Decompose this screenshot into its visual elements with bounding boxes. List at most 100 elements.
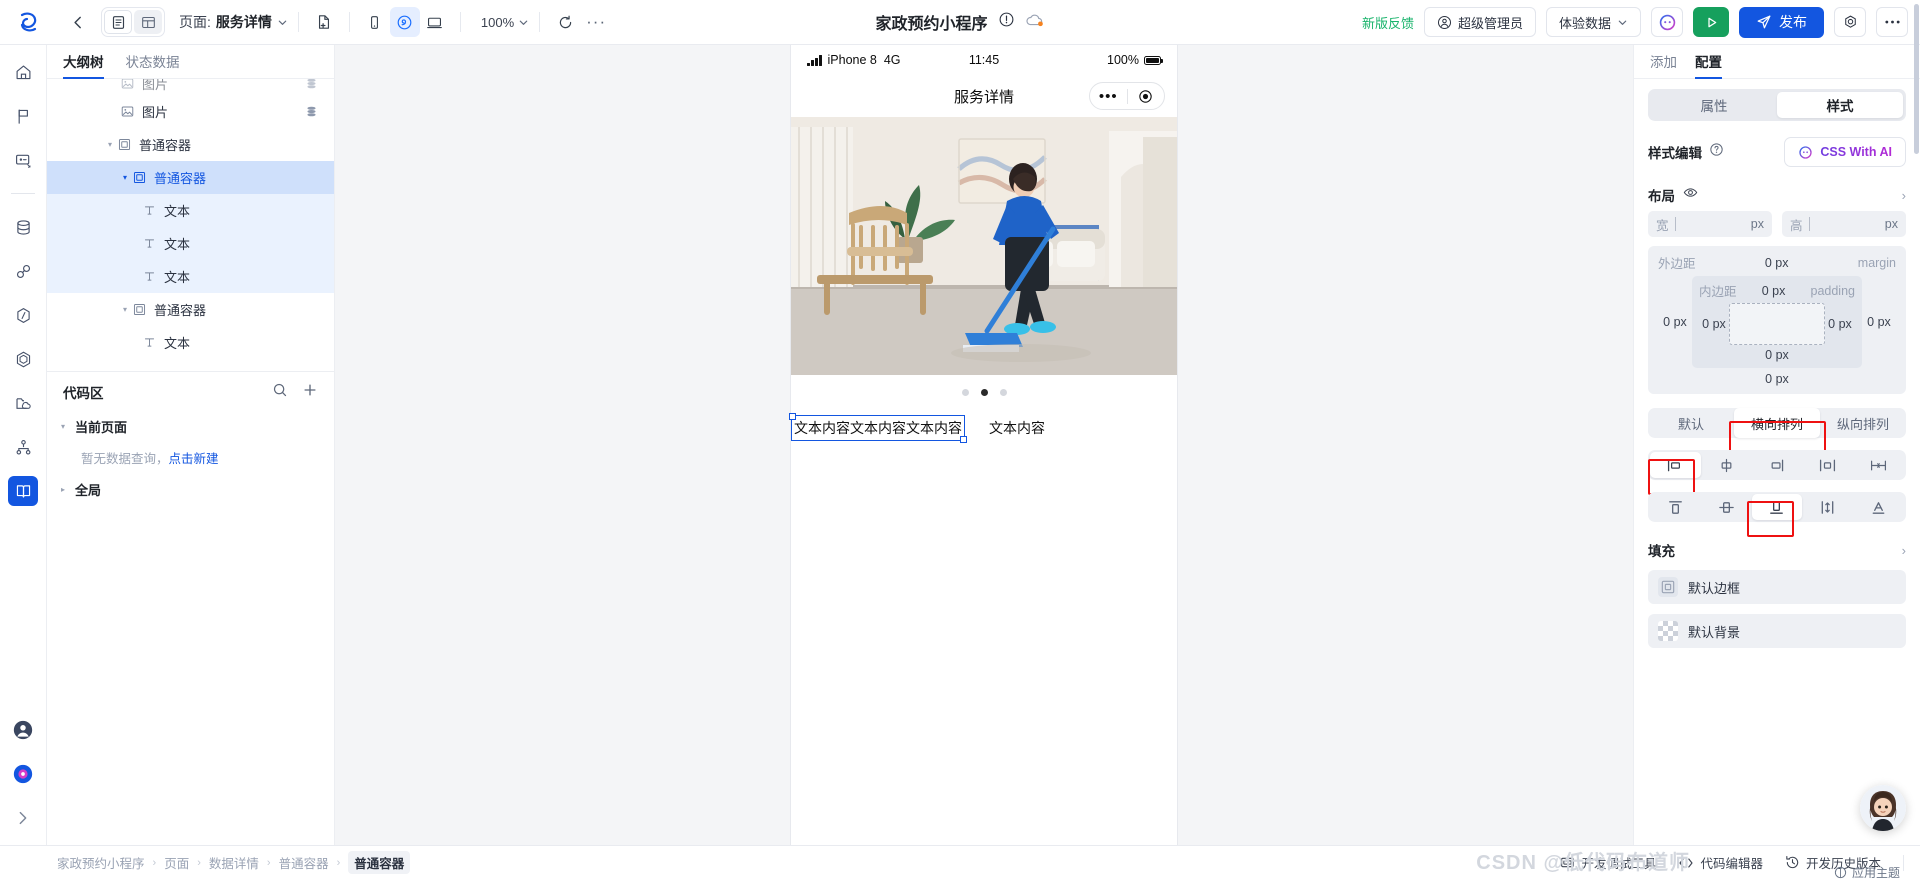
tab-outline-tree[interactable]: 大纲树: [63, 51, 104, 79]
tree-row-selected[interactable]: ▾ 普通容器: [47, 161, 334, 194]
layout-expand-chevron[interactable]: ›: [1902, 188, 1906, 203]
segment-properties[interactable]: 属性: [1651, 92, 1777, 118]
align-top-icon[interactable]: [1650, 494, 1701, 520]
ai-chat-icon[interactable]: [1651, 7, 1683, 37]
data-mode-button[interactable]: 体验数据: [1545, 7, 1641, 37]
fill-expand-chevron[interactable]: ›: [1902, 543, 1906, 558]
tree-row[interactable]: 文本: [47, 260, 334, 293]
page-selector[interactable]: 页面: 服务详情: [179, 12, 288, 32]
link-icon[interactable]: [8, 256, 38, 286]
folder-cloud-icon[interactable]: [8, 388, 38, 418]
publish-button[interactable]: 发布: [1739, 6, 1824, 38]
feedback-link[interactable]: 新版反馈: [1362, 13, 1414, 32]
align-center-icon[interactable]: [1701, 452, 1752, 478]
carousel-dot[interactable]: [999, 388, 1007, 396]
margin-bottom-value[interactable]: 0 px: [1658, 372, 1896, 386]
right-panel-scrollbar[interactable]: [1914, 4, 1919, 154]
align-baseline-icon[interactable]: [1853, 494, 1904, 520]
fill-item-background[interactable]: 默认背景: [1648, 614, 1906, 648]
tab-config[interactable]: 配置: [1695, 51, 1722, 79]
code-create-link[interactable]: 点击新建: [169, 452, 219, 466]
tree-row[interactable]: 文本: [47, 194, 334, 227]
margin-left-value[interactable]: 0 px: [1658, 315, 1692, 329]
cloud-sync-icon[interactable]: [1025, 12, 1045, 33]
fill-item-border[interactable]: 默认边框: [1648, 570, 1906, 604]
align-middle-icon[interactable]: [1701, 494, 1752, 520]
align-right-icon[interactable]: [1752, 452, 1803, 478]
search-icon[interactable]: [272, 382, 288, 403]
carousel-dots[interactable]: [791, 375, 1177, 409]
zoom-selector[interactable]: 100%: [481, 15, 529, 30]
code-editor-button[interactable]: 代码编辑器: [1678, 853, 1763, 872]
debug-tool-button[interactable]: 开发调试工具: [1560, 853, 1656, 872]
app-logo[interactable]: [0, 11, 57, 33]
tree-row[interactable]: ▾ 普通容器: [47, 128, 334, 161]
caret-down-icon[interactable]: ▾: [119, 305, 131, 314]
padding-right-value[interactable]: 0 px: [1825, 317, 1855, 331]
breadcrumb-item[interactable]: 普通容器: [279, 853, 329, 872]
sitemap-icon[interactable]: [8, 432, 38, 462]
assistant-avatar[interactable]: [1860, 785, 1906, 831]
carousel-dot-active[interactable]: [980, 388, 988, 396]
segment-styles[interactable]: 样式: [1777, 92, 1903, 118]
text-element[interactable]: 文本内容: [989, 418, 1045, 438]
mobile-preview-icon[interactable]: [360, 7, 390, 37]
new-page-icon[interactable]: [309, 7, 339, 37]
breadcrumb-item[interactable]: 家政预约小程序: [57, 853, 145, 872]
question-circle-icon[interactable]: [1709, 142, 1724, 162]
direction-default[interactable]: 默认: [1648, 408, 1734, 438]
plus-icon[interactable]: [302, 382, 318, 403]
eye-icon[interactable]: [1683, 185, 1698, 205]
padding-bottom-value[interactable]: 0 px: [1699, 348, 1855, 362]
caret-down-icon[interactable]: ▾: [119, 173, 131, 182]
direction-vertical[interactable]: 纵向排列: [1820, 408, 1906, 438]
align-stretch-icon[interactable]: [1802, 494, 1853, 520]
tree-row[interactable]: 图片: [47, 95, 334, 128]
slash-hex-icon[interactable]: [8, 300, 38, 330]
carousel-dot[interactable]: [961, 388, 969, 396]
help-icon[interactable]: [8, 759, 38, 789]
hexagon-icon[interactable]: [8, 344, 38, 374]
capsule-target-icon[interactable]: [1128, 89, 1165, 104]
align-bottom-icon[interactable]: [1751, 494, 1803, 520]
align-space-around-icon[interactable]: [1853, 452, 1904, 478]
miniprogram-preview-icon[interactable]: [389, 7, 420, 37]
tab-state-data[interactable]: 状态数据: [126, 51, 180, 78]
hero-image[interactable]: [791, 117, 1177, 375]
account-icon[interactable]: [8, 715, 38, 745]
page-card-icon[interactable]: [8, 145, 38, 175]
direction-horizontal[interactable]: 横向排列: [1734, 408, 1820, 438]
database-icon[interactable]: [8, 212, 38, 242]
tab-add[interactable]: 添加: [1650, 51, 1677, 78]
align-left-icon[interactable]: [1650, 452, 1701, 478]
apply-theme-button[interactable]: 应用主题: [1834, 864, 1900, 879]
back-button[interactable]: [63, 7, 93, 37]
stack-icon[interactable]: [305, 79, 318, 90]
run-preview-button[interactable]: [1693, 7, 1729, 37]
caret-down-icon[interactable]: ▾: [104, 140, 116, 149]
settings-gear-icon[interactable]: [1834, 7, 1866, 37]
breadcrumb-item[interactable]: 数据详情: [209, 853, 259, 872]
grid-view-icon[interactable]: [134, 10, 162, 34]
canvas-area[interactable]: iPhone 8 4G 11:45 100% 服务详情 ••• 文本内容文本内容…: [335, 45, 1633, 845]
height-input[interactable]: 高 px: [1782, 211, 1906, 237]
caret-right-icon[interactable]: ▸: [61, 485, 75, 494]
tree-row[interactable]: 文本: [47, 326, 334, 359]
align-space-between-icon[interactable]: [1802, 452, 1853, 478]
padding-left-value[interactable]: 0 px: [1699, 317, 1729, 331]
toolbar-overflow-button[interactable]: ···: [580, 12, 612, 32]
book-icon[interactable]: [8, 476, 38, 506]
overflow-dots-icon[interactable]: [1876, 7, 1908, 37]
margin-top-value[interactable]: 0 px: [1696, 256, 1858, 270]
code-group-current-page[interactable]: ▾ 当前页面: [47, 412, 334, 440]
wechat-capsule[interactable]: •••: [1089, 82, 1165, 110]
tree-row[interactable]: ▾ 普通容器: [47, 293, 334, 326]
refresh-icon[interactable]: [550, 7, 580, 37]
padding-top-value[interactable]: 0 px: [1737, 284, 1811, 298]
selected-text-element[interactable]: 文本内容文本内容文本内容: [789, 413, 967, 443]
tree-row[interactable]: 文本: [47, 227, 334, 260]
code-group-global[interactable]: ▸ 全局: [47, 475, 334, 503]
margin-right-value[interactable]: 0 px: [1862, 315, 1896, 329]
tree-row[interactable]: 图片: [47, 79, 334, 95]
desktop-preview-icon[interactable]: [420, 7, 450, 37]
